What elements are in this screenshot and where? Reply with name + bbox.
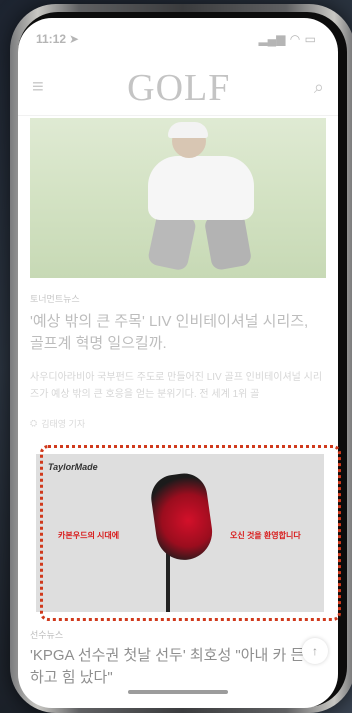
article-card[interactable]: 선수뉴스 'KPGA 선수권 첫날 선두' 최호성 "아내 카 든든하고 힘 났… xyxy=(30,628,330,689)
article-excerpt: 사우디아라비아 국부펀드 주도로 만들어진 LIV 골프 인비테이셔널 시리즈가… xyxy=(30,372,323,400)
status-bar: 11:12 ➤ ▂▄▆ ◠ ▭ xyxy=(18,18,338,60)
signal-icon: ▂▄▆ xyxy=(258,32,286,46)
article-category: 선수뉴스 xyxy=(30,630,64,640)
site-logo[interactable]: GOLF xyxy=(127,66,230,110)
arrow-up-icon: ↑ xyxy=(312,644,318,658)
hamburger-menu-icon[interactable]: ≡ xyxy=(32,76,44,99)
ad-highlight-outline xyxy=(40,445,341,621)
wifi-icon: ◠ xyxy=(290,32,300,46)
author-name: 김태영 기자 xyxy=(41,419,86,429)
article-title[interactable]: '예상 밖의 큰 주목' LIV 인비테이셔널 시리즈, 골프계 혁명 일으킬까… xyxy=(30,311,326,355)
scroll-to-top-button[interactable]: ↑ xyxy=(302,638,328,664)
hero-image[interactable] xyxy=(30,118,326,278)
home-indicator[interactable] xyxy=(128,690,228,694)
battery-icon: ▭ xyxy=(304,32,316,46)
search-icon[interactable]: ⌕ xyxy=(314,77,324,98)
article-card[interactable]: 토너먼트뉴스 '예상 밖의 큰 주목' LIV 인비테이셔널 시리즈, 골프계 … xyxy=(30,292,326,430)
article-category: 토너먼트뉴스 xyxy=(30,294,80,304)
article-title[interactable]: 'KPGA 선수권 첫날 선두' 최호성 "아내 카 든든하고 힘 났다" xyxy=(30,645,330,689)
time-label: 11:12 xyxy=(36,32,67,46)
golfer-body xyxy=(148,156,254,220)
author-icon: ⛭ xyxy=(30,418,38,428)
golfer-cap xyxy=(168,122,208,138)
top-navbar: ≡ GOLF ⌕ xyxy=(18,60,338,116)
status-time: 11:12 ➤ xyxy=(36,32,79,46)
article-byline: ⛭ 김태영 기자 xyxy=(30,417,326,430)
status-icons: ▂▄▆ ◠ ▭ xyxy=(258,32,316,46)
location-arrow-icon: ➤ xyxy=(69,32,80,46)
